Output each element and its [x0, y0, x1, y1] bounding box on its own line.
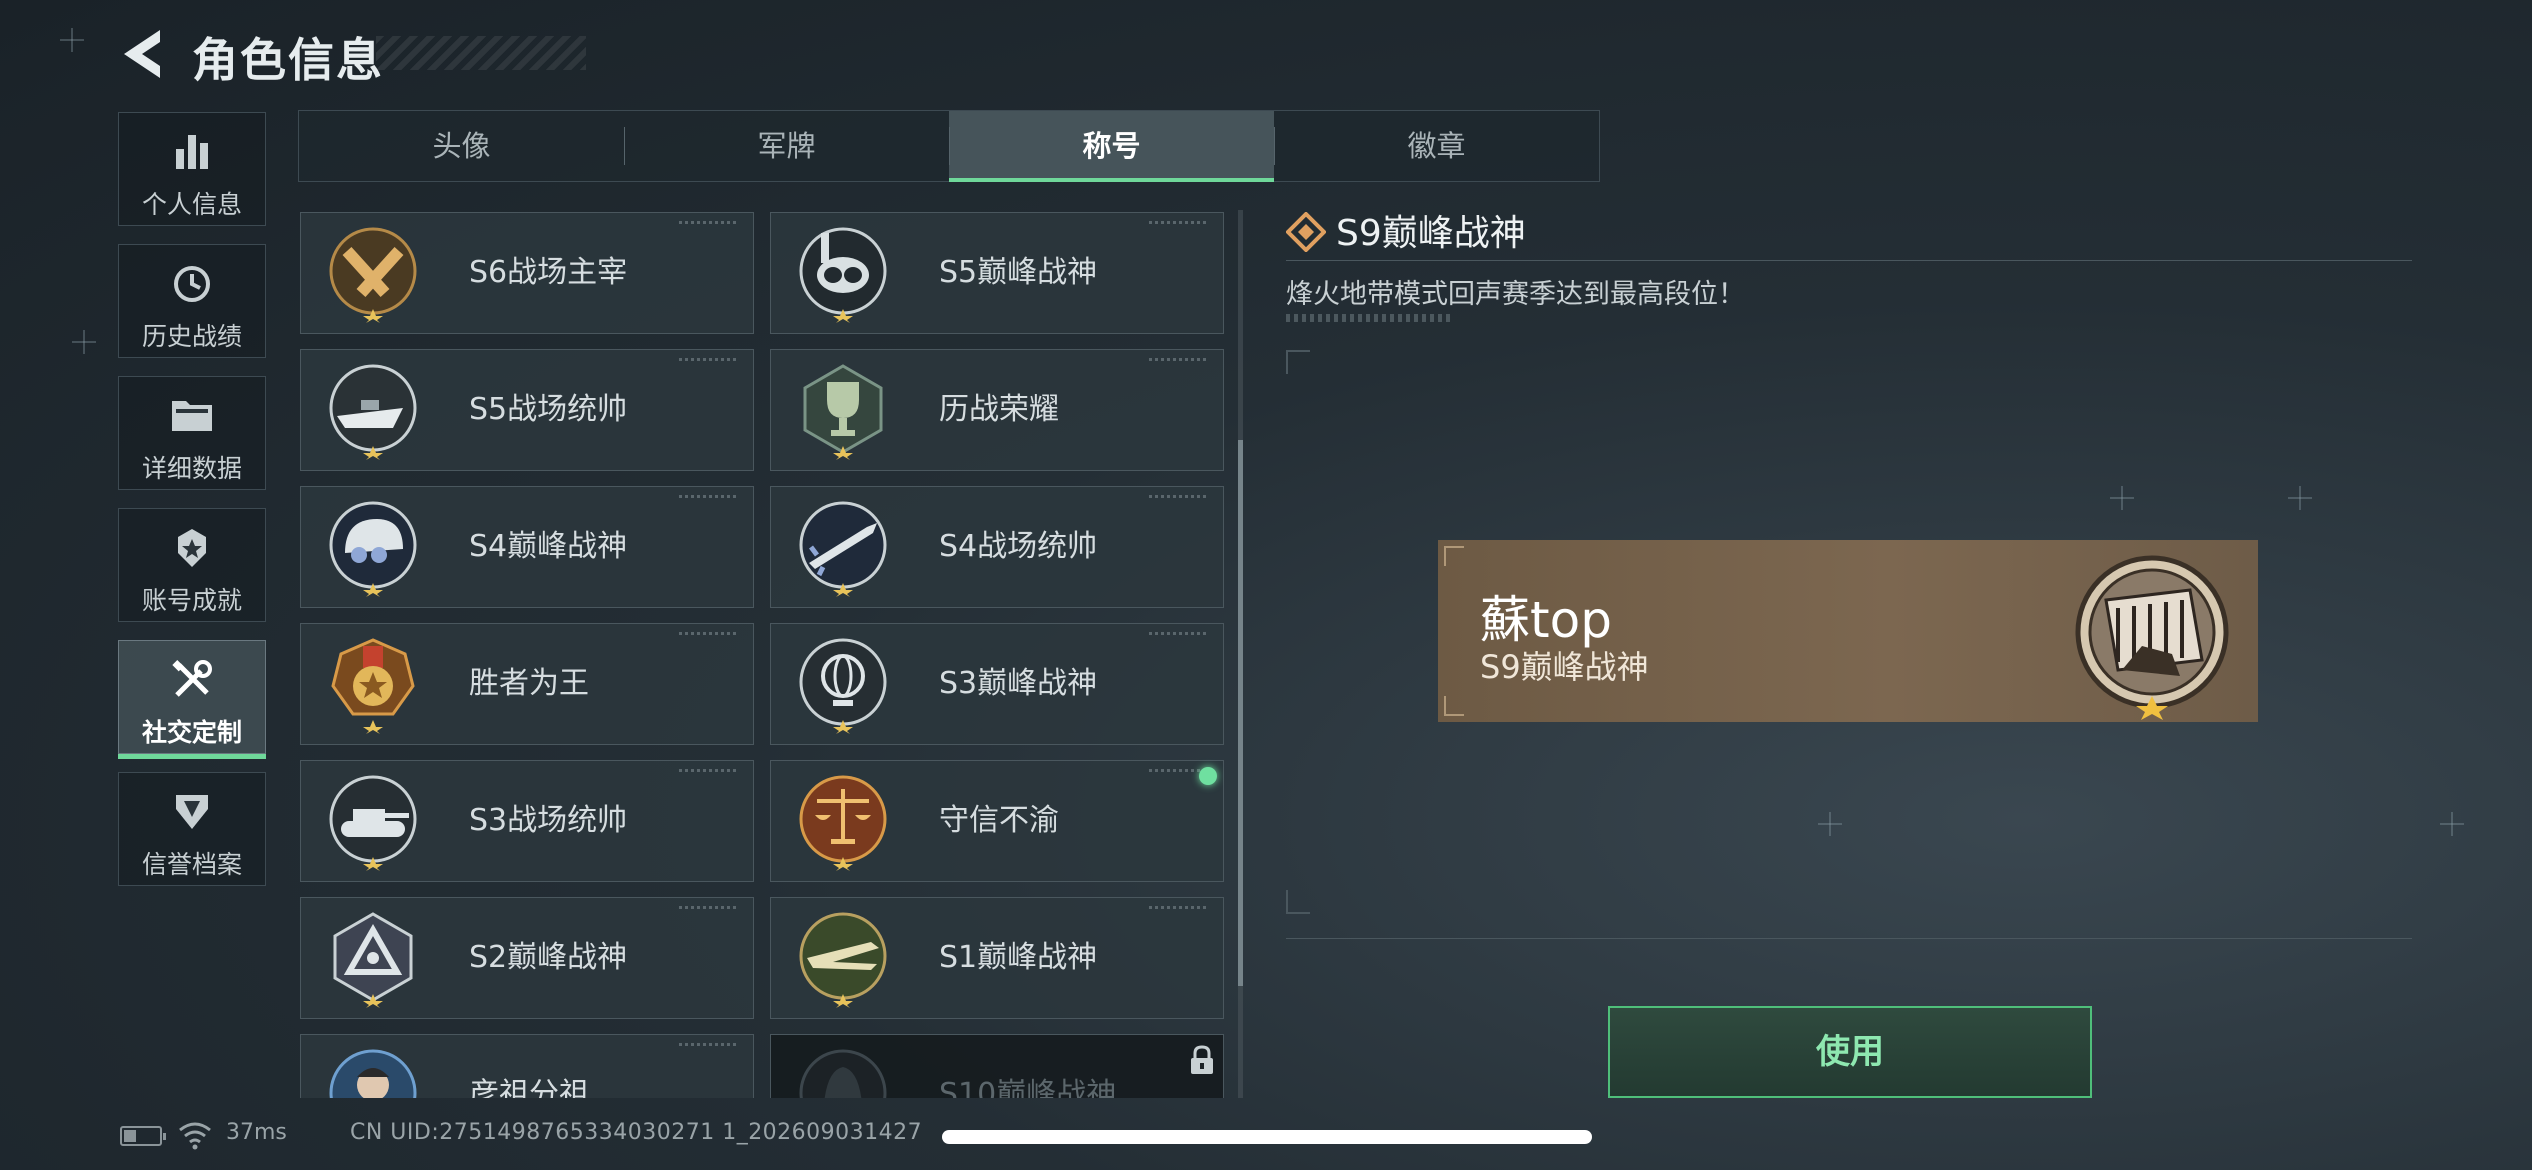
decor-cross: [60, 28, 84, 52]
title-card[interactable]: S3巅峰战神: [770, 623, 1224, 745]
title-preview-card: 蘇top S9巅峰战神: [1438, 540, 2258, 722]
dam-building-icon: [2075, 555, 2229, 720]
tab-badge[interactable]: 徽章: [1274, 111, 1599, 181]
equipped-indicator: [1199, 767, 1217, 785]
sidebar-item-history[interactable]: 历史战绩: [118, 244, 266, 358]
divider: [1286, 938, 2412, 939]
hooded-figure-icon: [799, 1049, 887, 1098]
night-vision-helmet-icon: [329, 501, 417, 597]
sidebar-item-detailed-data[interactable]: 详细数据: [118, 376, 266, 490]
scales-icon: [799, 775, 887, 871]
sidebar-item-label: 历史战绩: [141, 322, 242, 351]
sidebar-item-label: 社交定制: [141, 718, 242, 747]
sidebar-item-label: 信誉档案: [141, 850, 242, 879]
title-card[interactable]: 历战荣耀: [770, 349, 1224, 471]
title-card[interactable]: S6战场主宰: [300, 212, 754, 334]
sidebar-item-personal-info[interactable]: 个人信息: [118, 112, 266, 226]
selected-title-description: 烽火地带模式回声赛季达到最高段位！: [1286, 279, 1745, 310]
title-decoration: [376, 36, 586, 70]
tab-title[interactable]: 称号: [949, 111, 1274, 182]
frame-corner: [1286, 350, 1310, 374]
sidebar-item-credit-record[interactable]: 信誉档案: [118, 772, 266, 886]
bar-chart-icon: [176, 135, 208, 169]
decor-cross: [72, 330, 96, 354]
preview-title: S9巅峰战神: [1480, 648, 1649, 686]
decor-cross: [2110, 486, 2134, 510]
page-title: 角色信息: [192, 33, 384, 87]
credit-shield-icon: [176, 795, 208, 829]
medal-star-icon: [331, 638, 415, 734]
decor-cross: [2288, 486, 2312, 510]
tab-dog-tag[interactable]: 军牌: [624, 111, 949, 181]
title-card[interactable]: S2巅峰战神: [300, 897, 754, 1019]
battery-level: [124, 1130, 136, 1142]
title-card[interactable]: 胜者为王: [300, 623, 754, 745]
user-uid: CN UID:2751498765334030271 1_20260903142…: [350, 1120, 923, 1145]
title-card[interactable]: 彦祖分祖: [300, 1034, 754, 1098]
history-clock-icon: [174, 266, 210, 302]
title-card[interactable]: S4战场统帅: [770, 486, 1224, 608]
crossed-banners-icon: [329, 227, 417, 323]
trophy-icon: [803, 364, 883, 460]
folder-icon: [172, 401, 212, 431]
tank-icon: [329, 775, 417, 871]
sidebar-item-label: 账号成就: [141, 586, 242, 615]
title-list: S6战场主宰 S5巅峰战神 S5战场统帅 历战荣耀 S4巅峰战神 S4战场统帅 …: [300, 212, 1224, 1098]
achievement-medal-icon: [178, 529, 206, 567]
speedboat-icon: [329, 364, 417, 460]
title-card-locked[interactable]: S10巅峰战神: [770, 1034, 1224, 1098]
sidebar-item-social-custom[interactable]: 社交定制: [118, 640, 266, 759]
tab-avatar[interactable]: 头像: [299, 111, 624, 181]
title-card[interactable]: S5巅峰战神: [770, 212, 1224, 334]
decor-cross: [1818, 812, 1842, 836]
frame-corner: [1286, 890, 1310, 914]
portrait-icon: [329, 1049, 417, 1098]
decoration-dots: [1286, 314, 1450, 322]
selected-title-name: S9巅峰战神: [1336, 213, 1526, 254]
crocodile-icon: [799, 912, 887, 1008]
use-button[interactable]: 使用: [1608, 1006, 2092, 1098]
sidebar-item-achievements[interactable]: 账号成就: [118, 508, 266, 622]
title-card[interactable]: S4巅峰战神: [300, 486, 754, 608]
rank-diamond-icon: [1286, 212, 1326, 252]
title-card[interactable]: 守信不渝: [770, 760, 1224, 882]
sidebar-item-label: 详细数据: [141, 454, 242, 483]
title-card[interactable]: S1巅峰战神: [770, 897, 1224, 1019]
diver-mask-icon: [799, 227, 887, 323]
missile-icon: [799, 501, 887, 597]
back-arrow-icon[interactable]: [120, 26, 164, 82]
list-scrollbar-thumb[interactable]: [1238, 440, 1243, 986]
wifi-icon: [179, 1122, 211, 1150]
ping-value: 37ms: [226, 1120, 287, 1145]
lock-icon: [1191, 1045, 1213, 1074]
divider: [1286, 260, 2412, 261]
tools-icon: [172, 660, 212, 697]
tab-bar: 头像 军牌 称号 徽章: [298, 110, 1600, 182]
decor-cross: [2440, 812, 2464, 836]
sidebar-item-label: 个人信息: [141, 190, 242, 219]
home-indicator[interactable]: [942, 1130, 1592, 1144]
triangle-emblem-icon: [333, 912, 413, 1008]
title-card[interactable]: S5战场统帅: [300, 349, 754, 471]
title-card[interactable]: S3战场统帅: [300, 760, 754, 882]
globe-icon: [799, 638, 887, 734]
